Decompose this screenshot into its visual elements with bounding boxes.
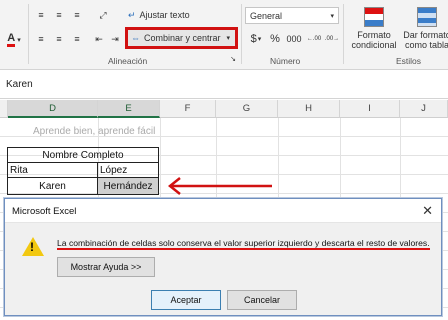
increase-indent-button[interactable]: ⇥ [108,32,122,46]
cell-d-karen[interactable]: Karen [8,178,98,194]
dialog-message: La combinación de celdas solo conserva e… [57,238,430,250]
close-icon[interactable]: ✕ [422,203,433,219]
align-bottom-icon: ≡ [74,10,80,20]
format-table-icon [417,6,437,27]
column-header-e[interactable]: E [98,100,160,118]
column-header-f[interactable]: F [160,100,216,118]
group-label-styles: Estilos [396,56,422,66]
sheet-subtitle: Aprende bien, aprende fácil [33,126,156,137]
warning-glyph: ! [30,240,34,254]
gridline [400,118,401,208]
group-label-number: Número [270,56,301,66]
separator [241,4,242,64]
increase-indent-icon: ⇥ [111,33,119,44]
align-top-icon: ≡ [38,10,44,20]
decrease-indent-icon: ⇤ [95,33,103,44]
wrap-text-icon: ↵ [128,9,136,20]
format-as-table-button[interactable]: Dar formato como tabla [402,4,448,52]
formula-bar[interactable]: Karen [0,71,448,99]
merge-center-button[interactable]: ⇔ Combinar y centrar ▾ [125,27,238,49]
group-label-alignment: Alineación [108,56,148,66]
align-middle-button[interactable]: ≡ [52,8,66,22]
orientation-button[interactable]: ⤢ [92,8,114,22]
cancel-button[interactable]: Cancelar [227,290,297,310]
align-bottom-button[interactable]: ≡ [70,8,84,22]
separator [343,4,344,64]
conditional-format-icon [364,6,384,27]
wrap-text-button[interactable]: ↵ Ajustar texto [128,7,228,23]
table-header-cell[interactable]: Nombre Completo [8,148,158,163]
percent-button[interactable]: % [268,31,282,47]
cell-d-rita[interactable]: Rita [8,163,98,178]
column-header-g[interactable]: G [216,100,278,118]
align-top-button[interactable]: ≡ [34,8,48,22]
dialog-launcher-icon: ↘ [230,56,236,63]
cell-e-hernandez[interactable]: Hernández [98,178,158,194]
align-center-icon: ≡ [56,34,62,44]
column-header-h[interactable]: H [278,100,340,118]
ribbon: A ▾ ≡ ≡ ≡ ⤢ ≡ ≡ ≡ ⇤ ⇥ ↵ Ajustar texto ⇔ … [0,0,448,70]
annotation-arrow [167,177,272,195]
align-right-icon: ≡ [74,34,80,44]
column-header-d[interactable]: D [8,100,98,118]
column-header-j[interactable]: J [400,100,448,118]
separator [28,4,29,64]
column-header-i[interactable]: I [340,100,400,118]
show-help-button[interactable]: Mostrar Ayuda >> [57,257,155,277]
align-left-icon: ≡ [38,34,44,44]
align-center-button[interactable]: ≡ [52,32,66,46]
alignment-dialog-launcher[interactable]: ↘ [228,54,238,64]
orientation-icon: ⤢ [99,9,107,20]
dialog-titlebar: Microsoft Excel ✕ [5,199,441,223]
conditional-format-button[interactable]: Formato condicional [348,4,400,52]
font-color-button[interactable]: A ▾ [4,32,24,48]
dialog-title: Microsoft Excel [12,206,77,217]
gridline [340,118,341,208]
gridline [278,118,279,208]
decrease-decimal-button[interactable]: .00→ [324,31,340,47]
formula-bar-value: Karen [6,79,33,90]
align-right-button[interactable]: ≡ [70,32,84,46]
column-header-corner[interactable] [0,100,8,118]
align-middle-icon: ≡ [56,10,62,20]
align-left-button[interactable]: ≡ [34,32,48,46]
number-format-select[interactable]: General ▾ [245,7,339,24]
cell-e-lopez[interactable]: López [98,163,158,178]
gridline [160,118,161,208]
increase-decimal-button[interactable]: ←.00 [306,31,322,47]
merge-center-icon: ⇔ [131,33,140,43]
ok-button[interactable]: Aceptar [151,290,221,310]
alert-dialog: Microsoft Excel ✕ ! La combinación de ce… [4,198,442,316]
currency-button[interactable]: $ ▾ [245,31,267,47]
thousands-button[interactable]: 000 [284,31,304,47]
decrease-indent-button[interactable]: ⇤ [92,32,106,46]
